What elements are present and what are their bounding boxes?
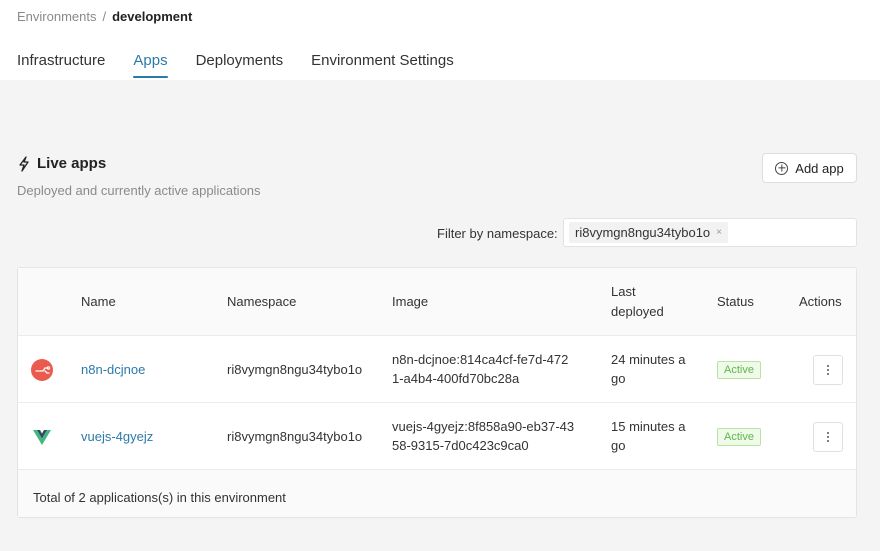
column-image: Image: [392, 294, 429, 309]
table-header: Name Namespace Image Last deployed Statu…: [18, 268, 856, 336]
kebab-dot: [827, 436, 829, 438]
breadcrumb-current: development: [112, 9, 193, 24]
column-last-deployed-line2: deployed: [611, 304, 664, 319]
app-name-link[interactable]: vuejs-4gyejz: [81, 427, 153, 446]
app-deployed-line2: go: [611, 438, 626, 453]
apps-table: Name Namespace Image Last deployed Statu…: [17, 267, 857, 518]
section-title-text: Live apps: [37, 155, 107, 172]
app-image-line1: n8n-dcjnoe:814ca4cf-fe7d-472: [392, 352, 569, 367]
breadcrumb-separator: /: [102, 9, 107, 24]
kebab-dot: [827, 373, 829, 375]
breadcrumb-environments[interactable]: Environments: [17, 9, 96, 24]
section-subtitle: Deployed and currently active applicatio…: [17, 183, 261, 198]
status-badge: Active: [717, 361, 761, 379]
app-deployed-line1: 15 minutes a: [611, 419, 686, 434]
app-image-line1: vuejs-4gyejz:8f858a90-eb37-43: [392, 419, 575, 434]
tab-bar: Infrastructure Apps Deployments Environm…: [17, 52, 482, 78]
app-name-link[interactable]: n8n-dcjnoe: [81, 360, 145, 379]
app-deployed-line1: 24 minutes a: [611, 352, 686, 367]
kebab-dot: [827, 440, 829, 442]
app-namespace: ri8vymgn8ngu34tybo1o: [227, 429, 363, 444]
column-actions: Actions: [799, 294, 842, 309]
section-title: Live apps: [17, 155, 106, 172]
kebab-dot: [827, 369, 829, 371]
app-deployed-line2: go: [611, 371, 626, 386]
namespace-chip-label: ri8vymgn8ngu34tybo1o: [575, 225, 711, 240]
app-image-line2: 58-9315-7d0c423c9ca0: [392, 438, 529, 453]
status-badge: Active: [717, 428, 761, 446]
table-footer: Total of 2 applications(s) in this envir…: [18, 470, 856, 517]
tab-environment-settings[interactable]: Environment Settings: [311, 52, 454, 77]
column-last-deployed-line1: Last: [611, 284, 636, 299]
plus-circle-icon: [775, 161, 789, 175]
table-row: vuejs-4gyejz ri8vymgn8ngu34tybo1o vuejs-…: [18, 403, 856, 470]
header: Environments / development Infrastructure …: [0, 0, 880, 80]
app-image-line2: 1-a4b4-400fd70bc28a: [392, 371, 520, 386]
kebab-dot: [827, 432, 829, 434]
app-namespace: ri8vymgn8ngu34tybo1o: [227, 362, 363, 377]
filter-label: Filter by namespace:: [437, 226, 558, 241]
row-actions-button[interactable]: [813, 422, 843, 452]
vue-icon: [33, 430, 51, 445]
add-app-label: Add app: [795, 160, 844, 176]
bolt-icon: [19, 155, 29, 172]
add-app-button[interactable]: Add app: [762, 153, 857, 183]
kebab-dot: [827, 365, 829, 367]
table-row: n8n-dcjnoe ri8vymgn8ngu34tybo1o n8n-dcjn…: [18, 336, 856, 403]
column-namespace: Namespace: [227, 294, 297, 309]
total-count: Total of 2 applications(s) in this envir…: [33, 490, 286, 505]
chip-remove-icon[interactable]: ×: [716, 227, 722, 238]
tab-deployments[interactable]: Deployments: [196, 52, 284, 77]
column-name: Name: [81, 294, 116, 309]
namespace-filter-input[interactable]: ri8vymgn8ngu34tybo1o ×: [563, 218, 857, 247]
row-actions-button[interactable]: [813, 355, 843, 385]
column-status: Status: [717, 294, 754, 309]
namespace-chip: ri8vymgn8ngu34tybo1o ×: [569, 222, 728, 243]
breadcrumb: Environments / development: [17, 9, 192, 24]
tab-infrastructure[interactable]: Infrastructure: [17, 52, 105, 77]
tab-apps[interactable]: Apps: [133, 52, 168, 78]
n8n-icon: [31, 359, 53, 381]
